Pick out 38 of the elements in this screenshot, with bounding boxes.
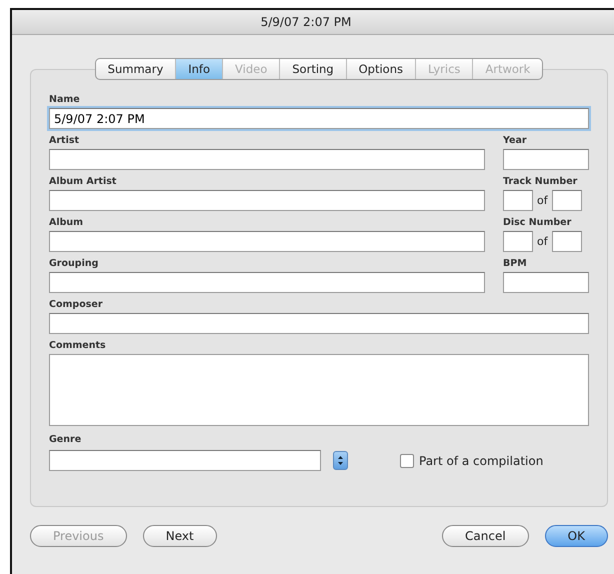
number-field[interactable]: [503, 231, 533, 252]
text-field[interactable]: 5/9/07 2:07 PM: [49, 108, 589, 129]
text-field[interactable]: [503, 149, 589, 170]
dialog-button[interactable]: OK: [544, 525, 608, 547]
checkbox[interactable]: [400, 454, 414, 468]
number-field[interactable]: [552, 231, 582, 252]
field-label: Artist: [49, 135, 80, 146]
field-label: Disc Number: [503, 217, 572, 228]
field-label: Year: [503, 135, 528, 146]
field-label: Track Number: [503, 176, 578, 187]
text-field[interactable]: [49, 190, 485, 211]
number-field[interactable]: [552, 190, 582, 211]
stepper-icon[interactable]: [333, 451, 348, 470]
field-label: Grouping: [49, 258, 100, 269]
field-label: Name: [49, 94, 81, 105]
tab[interactable]: Info: [176, 59, 224, 79]
text-field[interactable]: [49, 313, 589, 334]
text-field[interactable]: [503, 272, 589, 293]
checkbox-label: Part of a compilation: [419, 454, 544, 468]
window-title: 5/9/07 2:07 PM: [260, 15, 352, 29]
comments-field[interactable]: [49, 354, 589, 426]
of-label: of: [537, 194, 548, 207]
field-label: Album: [49, 217, 84, 228]
field-label: Genre: [49, 434, 82, 445]
field-label: Album Artist: [49, 176, 118, 187]
number-field[interactable]: [503, 190, 533, 211]
field-label: Comments: [49, 340, 107, 351]
dialog-button[interactable]: Cancel: [442, 525, 529, 547]
text-field[interactable]: [49, 231, 485, 252]
genre-field[interactable]: [49, 450, 321, 471]
field-label: Composer: [49, 299, 104, 310]
dialog-button[interactable]: Next: [142, 525, 217, 547]
text-field[interactable]: [49, 149, 485, 170]
of-label: of: [537, 235, 548, 248]
tab[interactable]: Options: [346, 59, 416, 79]
text-field[interactable]: [49, 272, 485, 293]
tab[interactable]: Sorting: [280, 59, 347, 79]
field-label: BPM: [503, 258, 528, 269]
